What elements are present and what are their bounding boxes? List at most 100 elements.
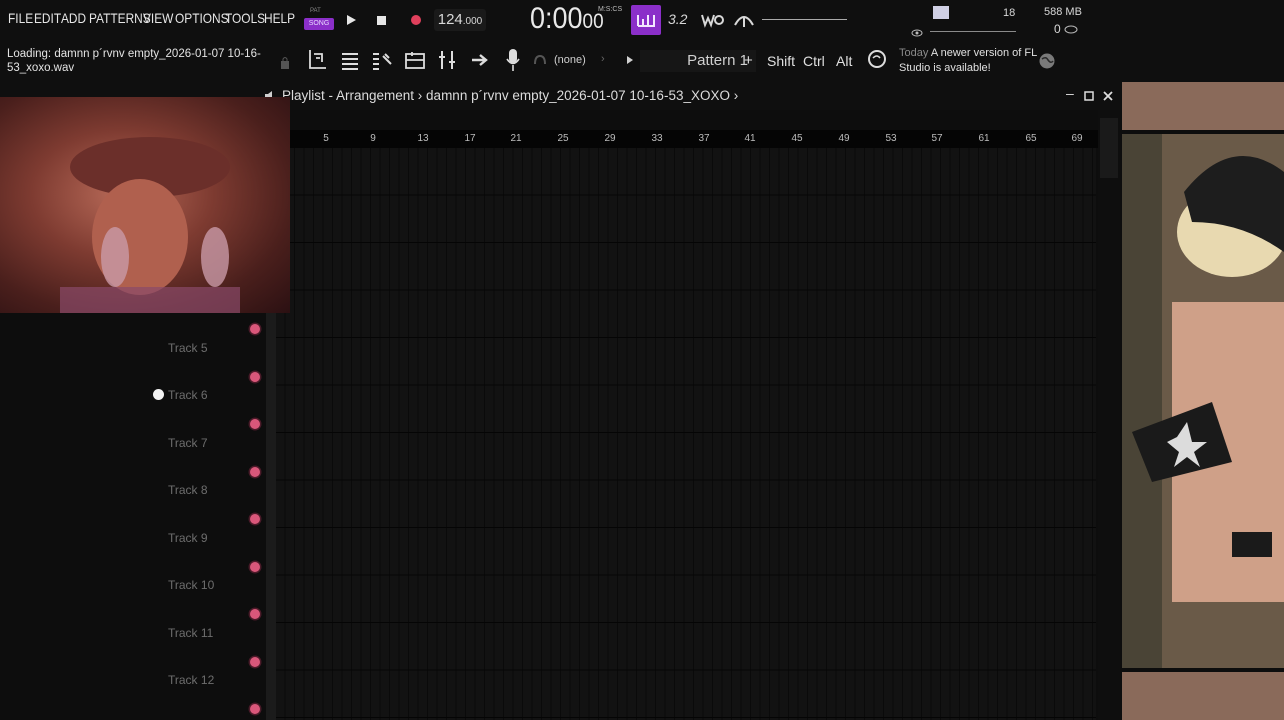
ruler-tick: 17 — [464, 133, 476, 144]
eye-icon — [911, 29, 923, 37]
menu-file[interactable]: FILE — [8, 10, 33, 26]
track-mute-dot[interactable] — [250, 324, 260, 334]
globe-icon[interactable] — [1038, 52, 1056, 70]
mixer-icon[interactable] — [437, 50, 457, 70]
menu-help[interactable]: HELP — [264, 10, 295, 26]
ruler-tick: 13 — [417, 133, 429, 144]
memory-usage: 588 MB — [1044, 6, 1082, 18]
shift-key[interactable]: Shift — [767, 53, 795, 69]
time-unit-label: M:S:CS — [598, 6, 623, 13]
ruler-tick: 21 — [510, 133, 522, 144]
pattern-selector[interactable]: Pattern 1 — [640, 50, 756, 72]
close-icon[interactable] — [1103, 91, 1113, 101]
pattern-icon — [637, 15, 655, 27]
menu-tools[interactable]: TOOLS — [225, 10, 265, 26]
track-label-6[interactable]: Track 6 — [168, 388, 208, 402]
piano-roll-icon[interactable] — [371, 50, 393, 70]
track-mute-dot[interactable] — [250, 562, 260, 572]
menu-add[interactable]: ADD — [61, 10, 86, 26]
ruler-tick: 57 — [931, 133, 943, 144]
hint-bubble-icon[interactable] — [866, 49, 888, 71]
track-mute-dot[interactable] — [250, 372, 260, 382]
ruler-tick: 65 — [1025, 133, 1037, 144]
news-panel[interactable]: Today A newer version of FL Studio is av… — [899, 46, 1039, 76]
menu-edit[interactable]: EDIT — [34, 10, 61, 26]
ruler-tick: 37 — [698, 133, 710, 144]
ruler-tick: 69 — [1071, 133, 1083, 144]
ctrl-key[interactable]: Ctrl — [803, 53, 825, 69]
plugin-picker-arrow-icon[interactable]: › — [601, 53, 605, 65]
record-icon[interactable] — [410, 14, 422, 26]
ruler-tick: 25 — [557, 133, 569, 144]
metronome-icon[interactable] — [732, 9, 756, 29]
track-label-5[interactable]: Track 5 — [168, 341, 208, 355]
loading-status: Loading: damnn p´rvnv empty_2026-01-07 1… — [7, 48, 261, 74]
snap-tool-icon[interactable] — [306, 48, 328, 72]
master-volume-slider[interactable] — [762, 19, 847, 20]
background-photo — [1122, 82, 1284, 720]
timeline-ruler[interactable]: 5 9 13 17 21 25 29 33 37 41 45 49 53 57 … — [290, 130, 1098, 148]
plugin-headphones-icon[interactable] — [533, 54, 547, 68]
tempo-fraction: .000 — [462, 16, 483, 27]
scroll-thumb[interactable] — [1100, 118, 1118, 178]
ruler-tick: 61 — [978, 133, 990, 144]
vertical-scrollbar[interactable] — [1098, 110, 1120, 720]
track-label-10[interactable]: Track 10 — [168, 578, 214, 592]
playlist-breadcrumb[interactable]: Playlist - Arrangement › damnn p´rvnv em… — [282, 88, 738, 103]
alt-key[interactable]: Alt — [836, 53, 852, 69]
track-mute-dot[interactable] — [250, 609, 260, 619]
time-centiseconds: 00 — [582, 10, 604, 33]
news-today-label: Today — [899, 47, 929, 59]
menu-patterns[interactable]: PATTERNS — [89, 10, 151, 26]
ruler-tick: 29 — [604, 133, 616, 144]
track-mute-dot[interactable] — [250, 704, 260, 714]
time-main: 0:00 — [530, 2, 583, 35]
top-toolbar: FILE EDIT ADD PATTERNS VIEW OPTIONS TOOL… — [0, 0, 1284, 82]
stop-icon[interactable] — [377, 16, 386, 25]
track-mute-dot[interactable] — [250, 419, 260, 429]
track-label-7[interactable]: Track 7 — [168, 436, 208, 450]
add-pattern-button[interactable]: + — [744, 52, 753, 69]
pat-song-toggle[interactable]: PAT SONG — [304, 8, 334, 34]
track-label-11[interactable]: Track 11 — [168, 626, 213, 640]
plugin-picker[interactable]: (none) — [554, 54, 586, 66]
track-mute-dot[interactable] — [250, 467, 260, 477]
song-time-display[interactable]: 0:0000 — [530, 2, 604, 36]
minimize-icon[interactable]: – — [1066, 85, 1074, 101]
tempo-display[interactable]: 124.000 — [434, 9, 486, 31]
lock-icon[interactable] — [280, 56, 290, 70]
ruler-tick: 49 — [838, 133, 850, 144]
ruler-tick: 41 — [744, 133, 756, 144]
menu-options[interactable]: OPTIONS — [175, 10, 229, 26]
song-label: SONG — [304, 18, 334, 30]
wait-record-icon[interactable] — [700, 11, 724, 29]
ruler-tick: 5 — [323, 133, 329, 144]
ruler-tick: 9 — [370, 133, 376, 144]
arrow-right-icon[interactable] — [470, 52, 490, 68]
maximize-icon[interactable] — [1084, 91, 1094, 101]
ruler-tick: 53 — [885, 133, 897, 144]
track-select-indicator[interactable] — [153, 389, 164, 400]
play-icon[interactable] — [345, 14, 357, 26]
channel-rack-icon[interactable] — [404, 50, 426, 70]
microphone-icon[interactable] — [505, 48, 521, 72]
track-label-8[interactable]: Track 8 — [168, 483, 208, 497]
pattern-mode-button[interactable] — [631, 5, 661, 35]
track-label-12[interactable]: Track 12 — [168, 673, 214, 687]
pattern-prev-icon[interactable] — [626, 55, 634, 65]
playlist-icon[interactable] — [340, 50, 360, 70]
output-level-line — [930, 31, 1016, 32]
track-label-9[interactable]: Track 9 — [168, 531, 208, 545]
pat-label: PAT — [310, 8, 321, 14]
snap-display[interactable]: 3.2 — [668, 11, 687, 27]
track-mute-dot[interactable] — [250, 657, 260, 667]
menu-view[interactable]: VIEW — [143, 10, 173, 26]
polyphony-icon — [1064, 25, 1078, 34]
webcam-person-image — [60, 137, 240, 313]
cpu-meter — [933, 6, 949, 19]
ruler-tick: 33 — [651, 133, 663, 144]
arrangement-grid[interactable] — [276, 148, 1096, 720]
ruler-tick: 45 — [791, 133, 803, 144]
tempo-value: 124 — [437, 11, 463, 28]
track-mute-dot[interactable] — [250, 514, 260, 524]
